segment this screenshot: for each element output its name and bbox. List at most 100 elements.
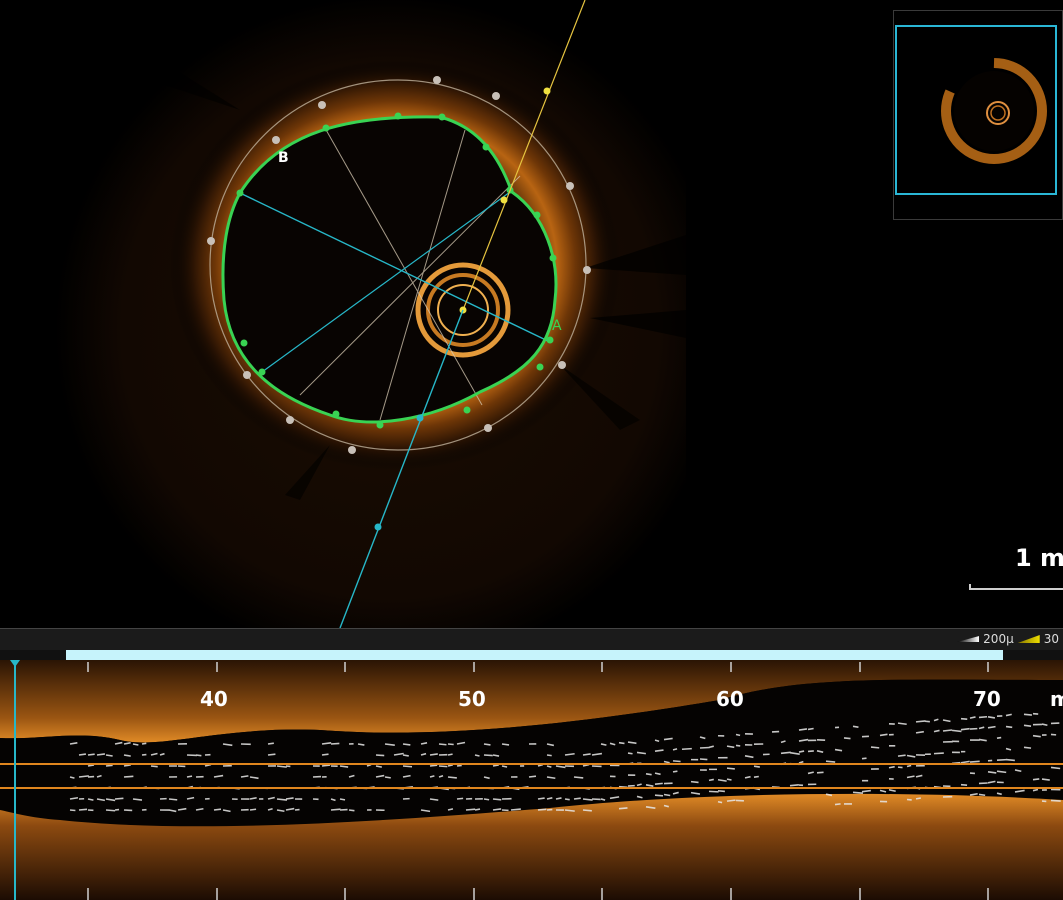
stent-strut bbox=[528, 775, 537, 778]
stent-strut bbox=[879, 733, 888, 737]
stent-strut bbox=[681, 747, 692, 751]
longitudinal-image[interactable]: 40 50 60 70 m bbox=[0, 660, 1063, 900]
stent-strut bbox=[123, 764, 131, 767]
stent-strut bbox=[618, 741, 625, 745]
stent-strut bbox=[447, 753, 453, 756]
stent-strut bbox=[456, 764, 462, 767]
cross-section-view[interactable]: B A 1 m bbox=[0, 0, 1063, 628]
stent-strut bbox=[753, 765, 760, 768]
yellow-handle[interactable] bbox=[500, 196, 508, 204]
marker-b-label: B bbox=[278, 150, 289, 166]
legend-second-label: 30 bbox=[1043, 632, 1059, 646]
stent-strut bbox=[465, 808, 476, 811]
stent-strut bbox=[330, 742, 340, 745]
stent-strut bbox=[123, 775, 134, 778]
stent-strut bbox=[501, 765, 508, 768]
stent-strut bbox=[1032, 734, 1041, 738]
stent-strut bbox=[852, 791, 863, 795]
stent-strut bbox=[654, 794, 664, 797]
stent-strut bbox=[186, 775, 193, 778]
stent-strut bbox=[1005, 725, 1013, 729]
stent-strut bbox=[1005, 758, 1015, 762]
stent-strut bbox=[348, 809, 355, 812]
cut-plane-handle[interactable] bbox=[416, 414, 424, 422]
stent-strut bbox=[978, 715, 988, 719]
stent-strut bbox=[114, 797, 124, 800]
stent-strut bbox=[717, 789, 725, 793]
stent-strut bbox=[699, 758, 708, 761]
stent-strut bbox=[573, 797, 581, 800]
scale-label: 1 m bbox=[1015, 544, 1063, 572]
stent-strut bbox=[654, 772, 661, 776]
stent-strut bbox=[321, 764, 331, 767]
stent-strut bbox=[96, 753, 106, 756]
stent-strut bbox=[789, 783, 799, 787]
stent-strut bbox=[915, 720, 926, 723]
stent-strut bbox=[717, 800, 723, 804]
stent-strut bbox=[654, 782, 663, 785]
stent-strut bbox=[573, 776, 584, 779]
stent-strut bbox=[249, 808, 257, 811]
ruler-tick-40: 40 bbox=[200, 687, 228, 711]
stent-strut bbox=[582, 798, 593, 801]
stent-strut bbox=[942, 729, 953, 732]
stent-strut bbox=[663, 793, 671, 797]
stent-strut bbox=[618, 807, 628, 810]
stent-strut bbox=[483, 754, 493, 757]
stent-strut bbox=[474, 754, 480, 757]
stent-strut bbox=[78, 753, 87, 756]
minimap-image bbox=[941, 56, 1047, 164]
stent-strut bbox=[834, 803, 841, 806]
stent-strut bbox=[213, 808, 222, 811]
ruler-unit-label: m bbox=[1050, 687, 1063, 711]
cut-plane-handle[interactable] bbox=[374, 523, 382, 531]
yellow-handle[interactable] bbox=[543, 87, 551, 95]
stent-strut bbox=[726, 799, 736, 802]
stent-strut bbox=[582, 809, 592, 812]
stent-strut bbox=[492, 798, 502, 801]
stent-strut bbox=[960, 727, 970, 731]
stent-strut bbox=[996, 758, 1007, 762]
stent-strut bbox=[447, 776, 457, 779]
stent-strut bbox=[555, 797, 562, 800]
stent-strut bbox=[339, 798, 346, 801]
stent-strut bbox=[447, 764, 453, 767]
stent-strut bbox=[690, 780, 699, 784]
stent-strut bbox=[501, 743, 510, 746]
stent-strut bbox=[546, 754, 552, 757]
stent-strut bbox=[483, 743, 491, 746]
stent-strut bbox=[582, 753, 591, 756]
stent-strut bbox=[537, 808, 547, 811]
pullback-progress-fill[interactable] bbox=[66, 650, 1003, 660]
stent-strut bbox=[708, 778, 714, 782]
stent-strut bbox=[672, 770, 678, 773]
stent-strut bbox=[699, 746, 710, 749]
stent-strut bbox=[321, 753, 329, 756]
stent-strut bbox=[78, 775, 89, 778]
overview-minimap[interactable] bbox=[893, 10, 1063, 220]
stent-strut bbox=[69, 776, 75, 779]
legend-thickness-label: 200μ bbox=[983, 632, 1014, 646]
stent-strut bbox=[438, 743, 447, 746]
stent-strut bbox=[429, 764, 438, 767]
stent-strut bbox=[906, 764, 912, 768]
stent-strut bbox=[276, 765, 287, 768]
stent-strut bbox=[969, 760, 980, 763]
stent-strut bbox=[1023, 724, 1032, 727]
stent-strut bbox=[375, 765, 382, 768]
stent-strut bbox=[708, 745, 714, 749]
longitudinal-view[interactable]: 40 50 60 70 m bbox=[0, 660, 1063, 900]
stent-strut bbox=[402, 754, 409, 757]
stent-strut bbox=[996, 792, 1002, 796]
stent-strut bbox=[447, 808, 454, 811]
white-scale-wedge bbox=[957, 636, 980, 642]
stent-strut bbox=[132, 798, 143, 801]
stent-strut bbox=[357, 743, 365, 746]
yellow-scale-wedge bbox=[1017, 635, 1040, 643]
stent-strut bbox=[564, 809, 575, 812]
stent-strut bbox=[375, 754, 385, 757]
scale-bar bbox=[969, 584, 1063, 590]
view-divider[interactable] bbox=[0, 628, 1063, 651]
stent-strut bbox=[933, 752, 944, 755]
stent-strut bbox=[429, 775, 435, 778]
